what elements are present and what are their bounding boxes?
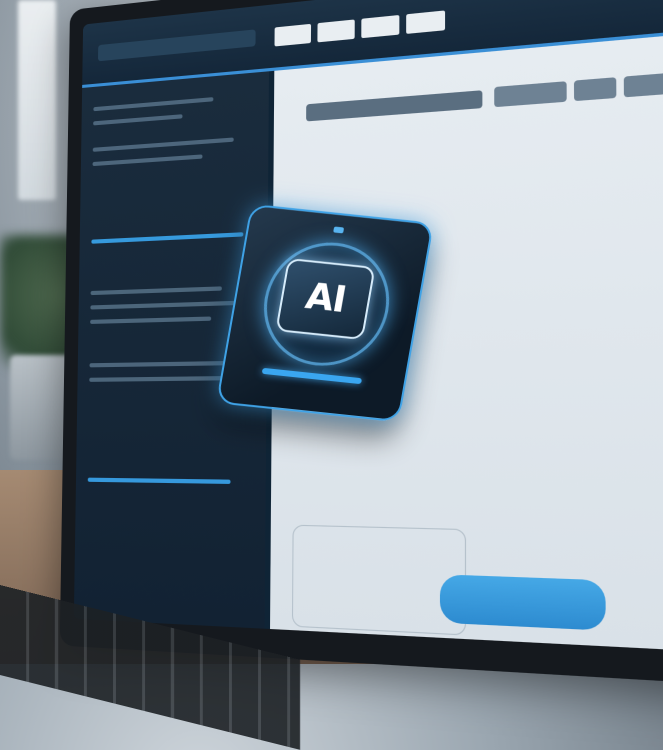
- sidebar-item[interactable]: [93, 114, 183, 126]
- window-light: [18, 0, 56, 200]
- top-search-input[interactable]: [97, 29, 256, 62]
- sidebar-item[interactable]: [89, 360, 243, 368]
- main-button-3[interactable]: [623, 70, 663, 98]
- ai-chip-icon: AI: [275, 257, 376, 341]
- sidebar-item[interactable]: [92, 137, 234, 152]
- card-notch: [333, 226, 345, 234]
- send-button[interactable]: [439, 574, 606, 631]
- main-search-input[interactable]: [306, 90, 483, 122]
- message-textarea[interactable]: [291, 524, 467, 636]
- top-tab-1[interactable]: [274, 23, 312, 47]
- top-tab-3[interactable]: [361, 14, 400, 39]
- top-tab-2[interactable]: [317, 19, 355, 43]
- sidebar-item[interactable]: [90, 286, 222, 296]
- sidebar-item[interactable]: [89, 375, 232, 382]
- card-accent-bar: [261, 367, 363, 385]
- sidebar-item-highlight[interactable]: [87, 477, 231, 484]
- main-button-1[interactable]: [494, 81, 567, 108]
- main-button-2[interactable]: [573, 77, 617, 102]
- top-tab-4[interactable]: [406, 10, 446, 34]
- sidebar-item[interactable]: [92, 154, 203, 167]
- sidebar-item-active[interactable]: [91, 232, 244, 244]
- sidebar-item[interactable]: [90, 300, 243, 310]
- sidebar-item[interactable]: [90, 316, 212, 324]
- sidebar-item[interactable]: [93, 97, 214, 112]
- ai-card: AI: [215, 203, 435, 423]
